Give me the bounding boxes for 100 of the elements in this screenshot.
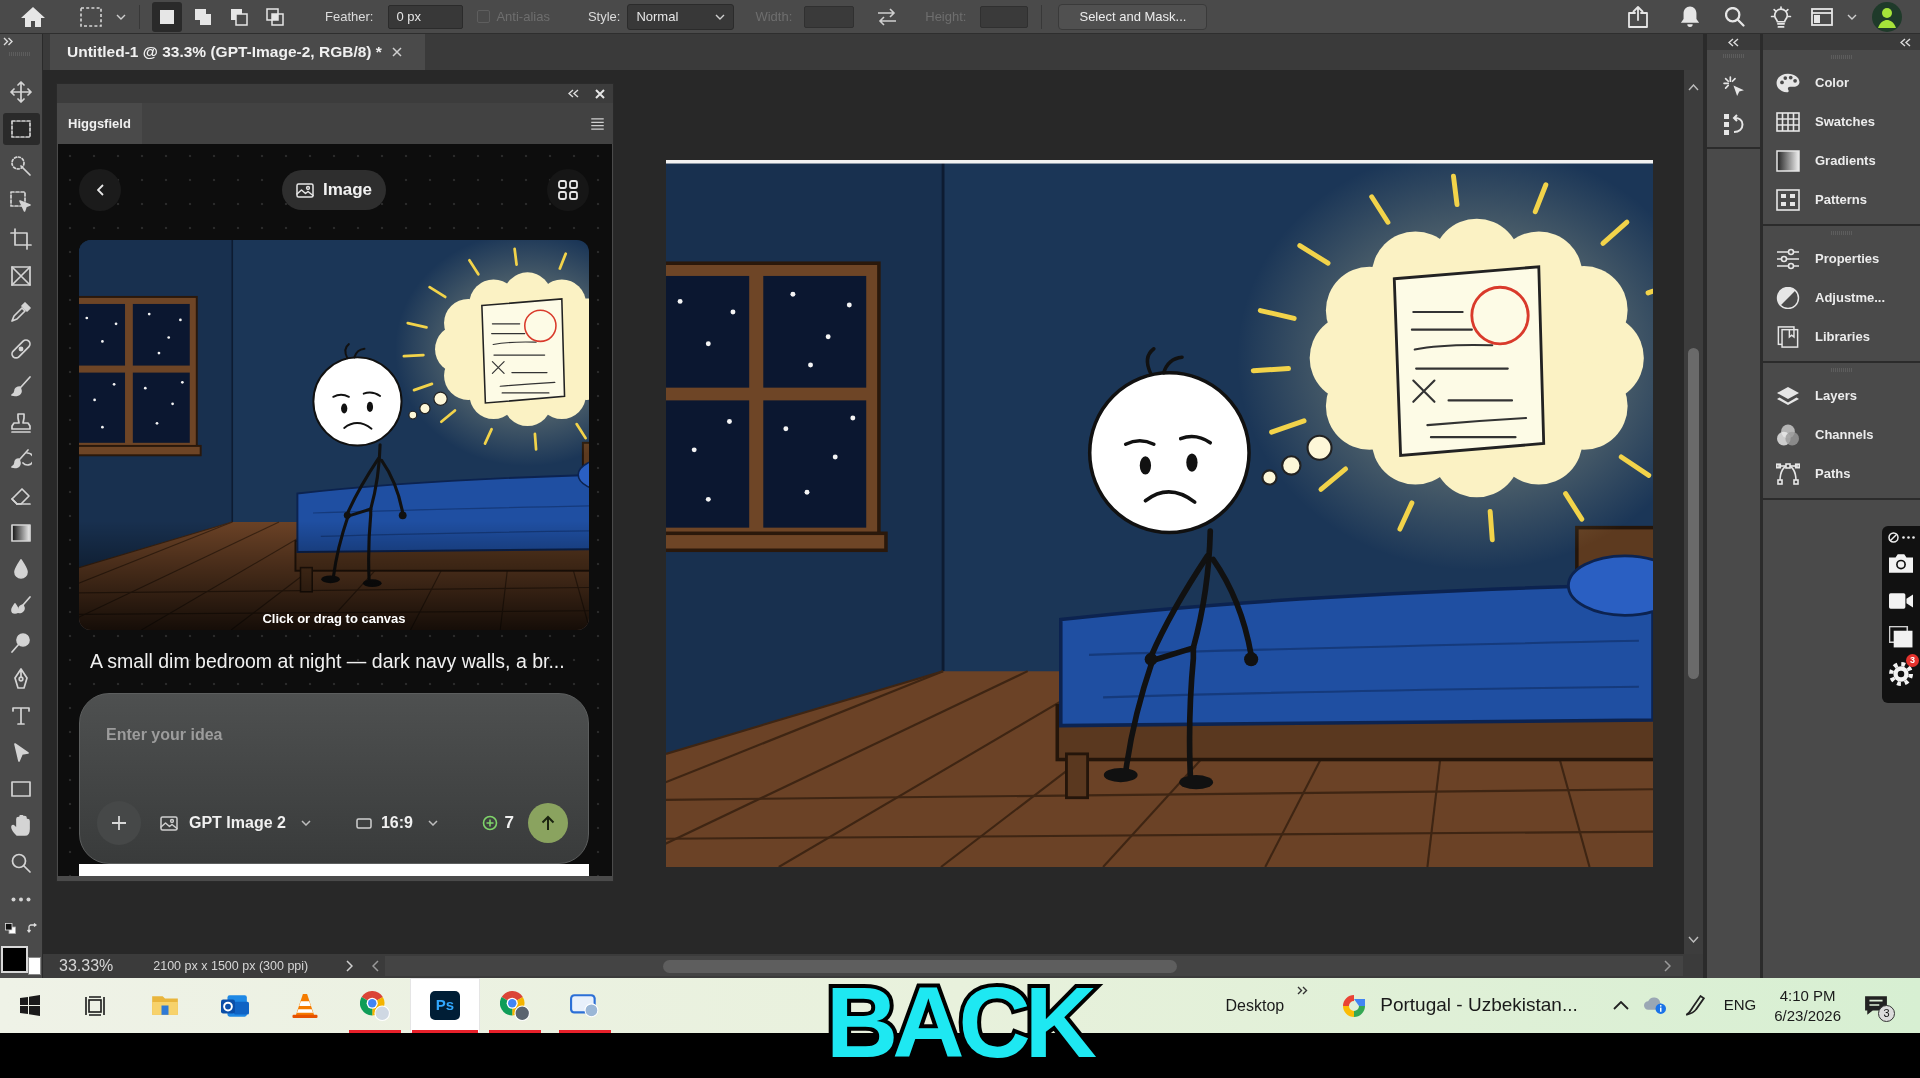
- app-logo: Ps: [430, 991, 460, 1020]
- mail-app-icon: [221, 994, 249, 1017]
- caret-icon[interactable]: [1847, 13, 1857, 20]
- tool-button[interactable]: [2, 113, 40, 146]
- caret-icon: [715, 13, 726, 20]
- chevron-up-icon[interactable]: [1612, 1001, 1629, 1010]
- prompt-input[interactable]: Enter your idea: [106, 723, 546, 771]
- camera-icon[interactable]: [1889, 554, 1913, 573]
- document-tab[interactable]: Untitled-1 @ 33.3% (GPT-Image-2, RGB/8) *: [50, 34, 425, 70]
- style-dropdown[interactable]: Normal: [627, 3, 735, 30]
- chevron-left-icon: [96, 184, 104, 196]
- panel-button[interactable]: Layers: [1763, 376, 1920, 415]
- panel-tab[interactable]: Higgsfield: [57, 103, 142, 144]
- feather-input[interactable]: 0 px: [388, 4, 464, 29]
- scrollbar-thumb[interactable]: [1688, 348, 1699, 679]
- taskbar-button[interactable]: Ps: [410, 978, 480, 1033]
- desktop-toolbar-button[interactable]: Desktop: [1225, 993, 1285, 1018]
- caret-icon[interactable]: [116, 13, 126, 20]
- search-icon[interactable]: [1725, 6, 1745, 27]
- double-chevron-icon[interactable]: [1297, 986, 1309, 995]
- chevron-left-icon[interactable]: [372, 960, 380, 972]
- bedroom-scene-drawing[interactable]: [79, 240, 589, 630]
- close-icon[interactable]: [595, 88, 605, 99]
- home-icon[interactable]: [20, 5, 46, 28]
- object-selection-icon: [10, 191, 32, 214]
- aspect-ratio-dropdown[interactable]: 16:9: [355, 811, 438, 835]
- collapse-chevrons-icon[interactable]: [1900, 37, 1911, 47]
- collapse-chevrons-icon[interactable]: [1728, 37, 1739, 47]
- model-dropdown[interactable]: GPT Image 2: [160, 811, 311, 835]
- panel-button[interactable]: Channels: [1763, 415, 1920, 454]
- frame-tool-icon: [10, 264, 32, 287]
- video-camera-icon[interactable]: [1889, 593, 1913, 609]
- brush-icon: [10, 374, 32, 397]
- close-icon[interactable]: [391, 47, 402, 57]
- intersect-selection-icon: [265, 6, 285, 27]
- image-thumbnail[interactable]: [79, 864, 589, 876]
- panel-button[interactable]: Patterns: [1763, 180, 1920, 219]
- chevron-down-icon[interactable]: [1688, 936, 1699, 943]
- palette-icon: [1776, 71, 1800, 94]
- slashed-circle-icon[interactable]: [1887, 532, 1899, 543]
- prompt-box[interactable]: Enter your idea GPT Image 2 16:9 7: [79, 693, 589, 864]
- windows-stack-icon[interactable]: [1889, 626, 1913, 648]
- panel-button[interactable]: Paths: [1763, 454, 1920, 493]
- color-swatch[interactable]: [28, 956, 41, 975]
- workspace-icon[interactable]: [1811, 7, 1833, 26]
- avatar-icon[interactable]: [1872, 1, 1902, 32]
- panel-button[interactable]: Properties: [1763, 239, 1920, 278]
- horizontal-scrollbar[interactable]: [385, 956, 1683, 976]
- document-info: 2100 px x 1500 px (300 ppi): [153, 957, 309, 975]
- browser-icon: [360, 990, 390, 1021]
- pen-icon[interactable]: [1684, 995, 1705, 1016]
- zoom-level[interactable]: 33.33%: [59, 954, 114, 978]
- task-view-icon: [85, 995, 105, 1016]
- default-colors-icon[interactable]: [5, 923, 16, 935]
- clock-time[interactable]: 4:10 PM: [1779, 985, 1836, 1006]
- swatches-grid-icon: [1776, 110, 1800, 133]
- panel-button[interactable]: Gradients: [1763, 141, 1920, 180]
- history-icon[interactable]: [1723, 113, 1744, 136]
- settings-icon[interactable]: [1889, 662, 1913, 686]
- grid-view-button[interactable]: [547, 169, 589, 211]
- chevron-right-icon[interactable]: [346, 960, 354, 972]
- menu-icon[interactable]: [591, 117, 604, 130]
- panel-button[interactable]: Libraries: [1763, 317, 1920, 356]
- grid-icon: [558, 180, 578, 200]
- panel-button[interactable]: Color: [1763, 63, 1920, 102]
- gradient-icon: [10, 521, 32, 544]
- more-icon: [11, 896, 31, 902]
- chevron-right-icon[interactable]: [1664, 960, 1671, 972]
- bell-icon[interactable]: [1680, 5, 1700, 28]
- panel-button[interactable]: Adjustme...: [1763, 278, 1920, 317]
- gradient-icon: [1776, 149, 1800, 172]
- image-icon: [295, 182, 314, 198]
- mode-button[interactable]: Image: [281, 170, 387, 210]
- chevron-up-icon[interactable]: [1688, 84, 1699, 91]
- half-circle-icon: [1776, 286, 1800, 309]
- marquee-tool-icon: [10, 118, 32, 141]
- add-selection-icon: [193, 6, 213, 27]
- panel-button[interactable]: Swatches: [1763, 102, 1920, 141]
- language-indicator[interactable]: ENG: [1723, 994, 1757, 1017]
- clock-date[interactable]: 6/23/2026: [1774, 1005, 1841, 1026]
- select-and-mask-button[interactable]: Select and Mask...: [1058, 3, 1208, 30]
- swap-arrows-icon[interactable]: [877, 7, 898, 26]
- selection-mode-button[interactable]: [152, 1, 182, 32]
- send-button[interactable]: [528, 803, 568, 843]
- marquee-tool-icon[interactable]: [80, 6, 102, 27]
- browser-icon: [500, 990, 530, 1021]
- move-tool-icon: [10, 81, 32, 104]
- add-button[interactable]: [97, 801, 141, 845]
- expand-chevrons-icon[interactable]: [3, 37, 13, 46]
- collapse-chevrons-icon[interactable]: [568, 89, 579, 98]
- cloud-info-icon[interactable]: [1643, 997, 1666, 1014]
- media-taskbar-button[interactable]: Portugal - Uzbekistan...: [1341, 991, 1578, 1020]
- share-icon[interactable]: [1627, 5, 1649, 28]
- pointer-sparkle-icon[interactable]: [1722, 76, 1745, 97]
- more-icon[interactable]: [1901, 536, 1915, 539]
- swap-arrow-icon[interactable]: [27, 923, 37, 935]
- plus-circle-icon: [481, 815, 498, 831]
- scrollbar-thumb[interactable]: [663, 959, 1178, 973]
- eyedropper-icon: [10, 301, 32, 324]
- lightbulb-icon[interactable]: [1770, 5, 1792, 28]
